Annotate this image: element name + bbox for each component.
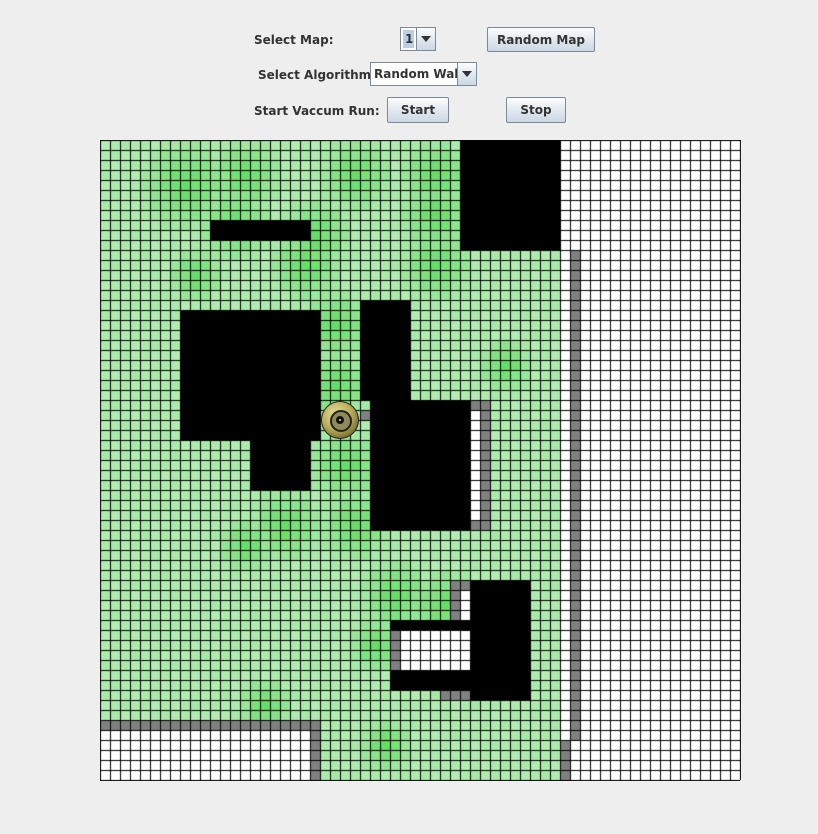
- select-algorithm-label: Select Algorithm:: [258, 68, 376, 82]
- random-map-button[interactable]: Random Map: [487, 27, 595, 52]
- chevron-down-icon[interactable]: [457, 63, 476, 85]
- map-select[interactable]: 1: [400, 27, 436, 51]
- stop-button[interactable]: Stop: [506, 97, 566, 123]
- select-map-label: Select Map:: [254, 33, 334, 47]
- algorithm-select-value: Random Walk: [374, 67, 457, 81]
- vacuum-robot-icon: [321, 401, 359, 439]
- map-select-value: 1: [403, 30, 414, 48]
- start-run-label: Start Vaccum Run:: [254, 104, 380, 118]
- chevron-down-icon[interactable]: [416, 28, 435, 50]
- vacuum-grid[interactable]: [100, 140, 741, 781]
- start-button[interactable]: Start: [387, 97, 449, 123]
- algorithm-select[interactable]: Random Walk: [370, 62, 477, 86]
